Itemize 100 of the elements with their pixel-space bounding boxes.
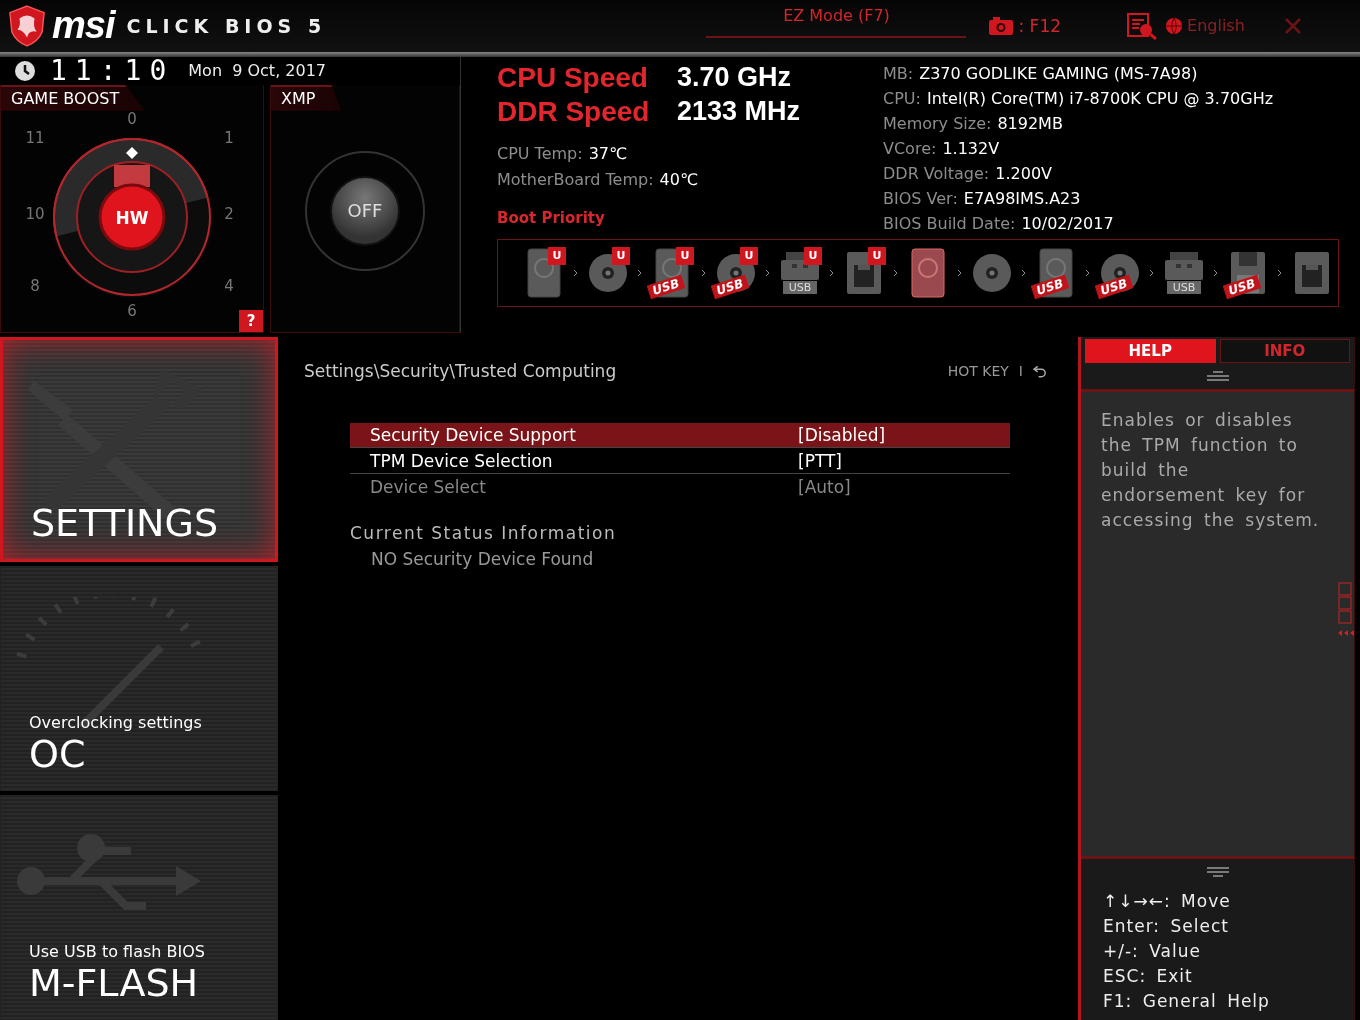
camera-icon[interactable] [988, 15, 1015, 36]
dial-label: 6 [127, 301, 137, 320]
usb-label: USB [782, 281, 818, 295]
info-label: VCore: [883, 138, 937, 158]
dial-label: 1 [224, 128, 234, 147]
hw-label: HW [115, 207, 149, 228]
info-value: 1.200V [995, 163, 1052, 183]
key-hint: F1: General Help [1103, 990, 1271, 1013]
panel-tab[interactable]: HELP [1085, 339, 1216, 363]
clock-date: Mon 9 Oct, 2017 [188, 61, 327, 81]
nav-tile[interactable]: Overclocking settings OC [0, 566, 278, 791]
status-text: NO Security Device Found [371, 549, 595, 569]
dial-label: 0 [127, 109, 137, 128]
hot-key-link[interactable]: HOT KEY [947, 363, 1009, 379]
shield-logo-icon [8, 4, 46, 47]
hw-button[interactable] [98, 183, 166, 251]
info-label: DDR Voltage: [883, 163, 990, 183]
chevron-icon [829, 268, 835, 277]
uefi-badge: U [740, 246, 758, 265]
clock-icon [14, 59, 36, 82]
boot-device[interactable]: USB [1030, 243, 1082, 302]
chevron-icon [765, 268, 771, 277]
disc-icon [972, 252, 1012, 293]
screenshot-key: : F12 [1018, 15, 1062, 36]
info-value: 10/02/2017 [1021, 213, 1114, 233]
temp-label: CPU Temp: [497, 143, 583, 163]
panel-title: XMP [271, 84, 342, 111]
globe-icon[interactable] [1165, 16, 1184, 35]
uefi-badge: U [804, 246, 822, 265]
section-heading: Current Status Information [350, 523, 618, 543]
boot-device[interactable]: USB [1094, 243, 1146, 302]
uefi-badge: U [676, 246, 694, 265]
dial-label: 11 [25, 128, 45, 147]
panel-title: GAME BOOST [1, 84, 146, 111]
chevron-icon [1213, 268, 1219, 277]
xmp-toggle-button[interactable]: OFF [330, 175, 400, 246]
network-port-icon [1294, 250, 1330, 295]
dial-label: 8 [30, 276, 40, 295]
info-label: BIOS Ver: [883, 188, 958, 208]
nav-tile[interactable]: Use USB to flash BIOS M-FLASH [0, 795, 278, 1020]
back-icon[interactable] [1033, 364, 1048, 378]
key-hint: Enter: Select [1103, 915, 1230, 938]
key-hint: ESC: Exit [1103, 965, 1194, 988]
separator: I [1018, 363, 1023, 379]
dial-label: 4 [224, 276, 234, 295]
chevron-icon [893, 268, 899, 277]
temp-value: 37℃ [588, 143, 627, 163]
setting-row[interactable]: TPM Device Selection [PTT] [350, 449, 1010, 474]
dial-label: 10 [25, 204, 45, 223]
network-port-icon [846, 250, 882, 295]
info-label: CPU: [883, 88, 921, 108]
product-title: CLICK BIOS 5 [126, 14, 328, 37]
boot-device[interactable]: U [582, 243, 634, 302]
chevron-icon [637, 268, 643, 277]
hard-drive-icon [911, 247, 945, 298]
chevron-icon [957, 268, 963, 277]
chevron-icon [701, 268, 707, 277]
breadcrumb: Settings\Security\Trusted Computing [304, 361, 618, 381]
search-icon[interactable] [1127, 11, 1158, 40]
speed-value: 2133 MHz [677, 96, 801, 128]
info-value: Z370 GODLIKE GAMING (MS-7A98) [919, 63, 1198, 83]
boot-device[interactable]: USB [1222, 243, 1274, 302]
ez-mode-tab[interactable]: EZ Mode (F7) [706, 0, 967, 38]
boot-device[interactable]: U USB [646, 243, 698, 302]
info-value: Intel(R) Core(TM) i7-8700K CPU @ 3.70GHz [926, 88, 1274, 108]
help-button[interactable]: ? [239, 310, 263, 332]
setting-row[interactable]: Security Device Support [Disabled] [350, 423, 1010, 448]
boot-device[interactable]: U [518, 243, 570, 302]
chevron-icon [573, 268, 579, 277]
key-hint: +/-: Value [1103, 940, 1202, 963]
temp-value: 40℃ [659, 169, 698, 189]
dial-label: 2 [224, 204, 234, 223]
panel-tab[interactable]: INFO [1219, 339, 1350, 363]
uefi-badge: U [868, 246, 886, 265]
chevron-icon [1085, 268, 1091, 277]
temp-label: MotherBoard Temp: [497, 169, 654, 189]
speed-label: CPU Speed [497, 61, 649, 94]
uefi-badge: U [612, 246, 630, 265]
usb-label: USB [1166, 281, 1202, 295]
info-label: Memory Size: [883, 113, 992, 133]
speed-value: 3.70 GHz [677, 62, 792, 94]
chevron-icon [1277, 268, 1283, 277]
key-hint: ↑↓→←: Move [1103, 890, 1232, 913]
boot-device[interactable]: U USB [774, 243, 826, 302]
info-label: MB: [883, 63, 914, 83]
nav-tile[interactable]: SETTINGS [0, 337, 278, 562]
speed-label: DDR Speed [497, 95, 651, 128]
info-value: E7A98IMS.A23 [963, 188, 1081, 208]
boot-priority-title: Boot Priority [497, 208, 605, 227]
boot-device[interactable]: U USB [710, 243, 762, 302]
info-value: 1.132V [942, 138, 1000, 158]
chevron-icon [1149, 268, 1155, 277]
uefi-badge: U [548, 246, 566, 265]
info-label: BIOS Build Date: [883, 213, 1016, 233]
brand-logo: msi [52, 4, 115, 48]
info-value: 8192MB [997, 113, 1063, 133]
usb-stick-icon [1164, 251, 1204, 282]
boot-device[interactable]: USB [1158, 243, 1210, 302]
chevron-icon [1021, 268, 1027, 277]
boot-device[interactable]: U [838, 243, 890, 302]
